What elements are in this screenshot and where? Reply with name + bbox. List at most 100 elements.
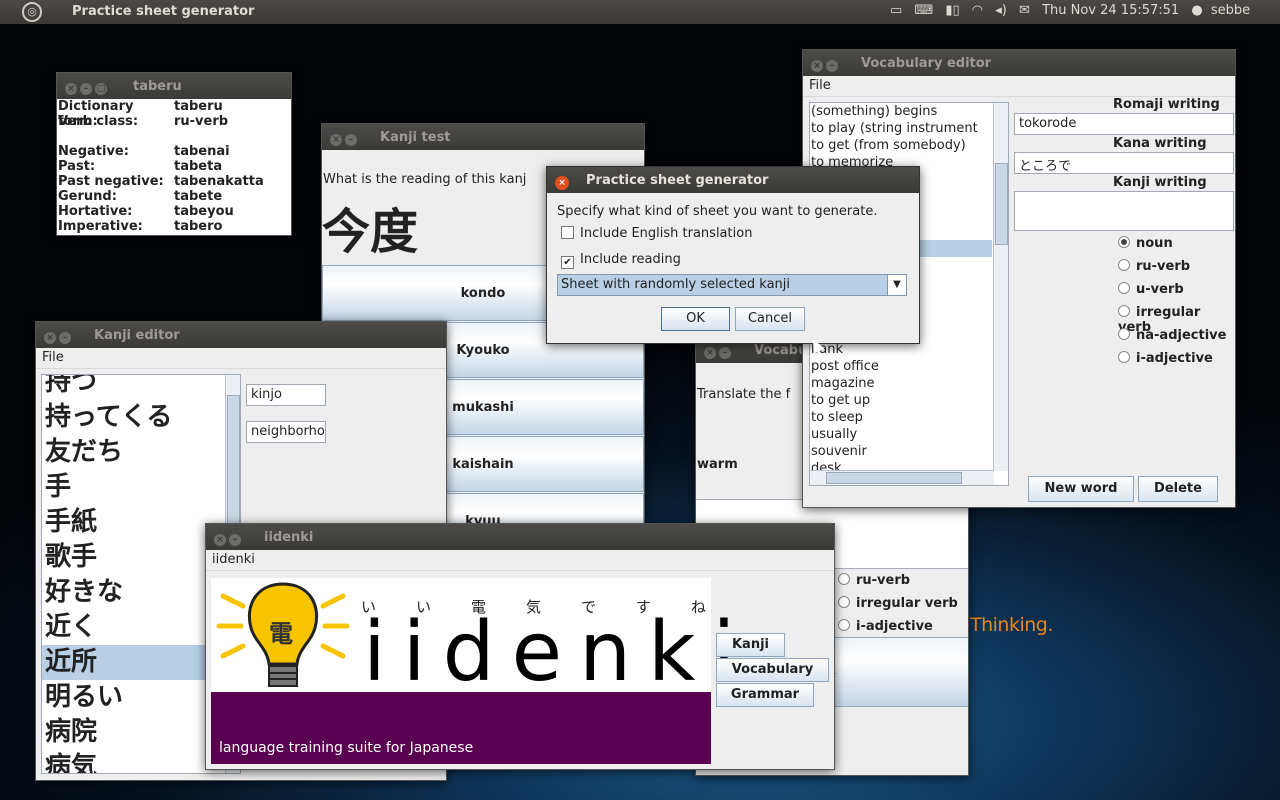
title-bar[interactable]: × – Kanji test: [322, 124, 644, 150]
list-item[interactable]: 友だち: [42, 435, 226, 470]
check-button[interactable]: k: [826, 637, 968, 707]
close-icon[interactable]: ×: [44, 332, 56, 344]
type-radio-i-adjective[interactable]: i-adjective: [1118, 351, 1213, 366]
type-radio[interactable]: irregular verb: [838, 596, 958, 611]
list-item[interactable]: 近く: [42, 610, 226, 645]
list-item[interactable]: to play (string instrument: [811, 120, 978, 137]
close-icon[interactable]: ×: [555, 176, 569, 190]
maximize-icon[interactable]: □: [95, 83, 107, 95]
kana-input[interactable]: ところで: [1014, 152, 1234, 174]
type-radio[interactable]: i-adjective: [838, 619, 933, 634]
close-icon[interactable]: ×: [811, 60, 823, 72]
wifi-icon[interactable]: ◠: [972, 3, 983, 18]
close-icon[interactable]: ×: [214, 534, 226, 546]
list-item[interactable]: to get up: [811, 392, 879, 409]
kanji-button[interactable]: Kanji: [716, 633, 785, 657]
active-app-title: Practice sheet generator: [72, 4, 255, 19]
form-value: tabero: [174, 219, 223, 234]
vertical-scrollbar[interactable]: [993, 103, 1008, 471]
volume-icon[interactable]: ◂): [995, 3, 1007, 18]
title-bar[interactable]: × – □ taberu: [57, 73, 291, 99]
list-item[interactable]: to sleep: [811, 409, 879, 426]
close-icon[interactable]: ×: [704, 347, 716, 359]
type-radio-u-verb[interactable]: u-verb: [1118, 282, 1184, 297]
list-item[interactable]: (something) begins: [811, 103, 978, 120]
list-item[interactable]: 持つ: [42, 375, 226, 400]
list-item[interactable]: 病院: [42, 715, 226, 750]
kanji-input[interactable]: [1014, 191, 1234, 231]
power-icon[interactable]: ●: [1191, 3, 1202, 18]
keyboard-icon[interactable]: ⌨: [914, 3, 933, 18]
ok-button[interactable]: OK: [661, 307, 730, 331]
type-radio-noun[interactable]: noun: [1118, 236, 1173, 251]
list-item[interactable]: 持ってくる: [42, 400, 226, 435]
title-bar[interactable]: × – iidenki: [206, 524, 834, 550]
conjugation-row: Gerund: tabete: [58, 189, 291, 204]
delete-button[interactable]: Delete: [1138, 476, 1218, 502]
menu-file[interactable]: File: [809, 78, 831, 93]
horizontal-scrollbar[interactable]: [810, 470, 994, 485]
close-icon[interactable]: ×: [65, 83, 77, 95]
clock[interactable]: Thu Nov 24 15:57:51: [1042, 3, 1179, 18]
list-item[interactable]: to get (from somebody): [811, 137, 978, 154]
form-value: tabeyou: [174, 204, 234, 219]
english-checkbox[interactable]: Include English translation: [561, 226, 752, 241]
list-item[interactable]: 病気: [42, 750, 226, 773]
form-value: tabeta: [174, 159, 223, 174]
romaji-label: Romaji writing: [1113, 97, 1220, 112]
scroll-thumb[interactable]: [227, 395, 240, 537]
list-item[interactable]: 近所: [42, 645, 226, 680]
type-radio-ru-verb[interactable]: ru-verb: [1118, 259, 1190, 274]
sheet-type-select[interactable]: Sheet with randomly selected kanji ▼: [557, 274, 907, 296]
minimize-icon[interactable]: –: [719, 347, 731, 359]
scroll-thumb[interactable]: [995, 163, 1008, 245]
list-item[interactable]: magazine: [811, 375, 879, 392]
minimize-icon[interactable]: –: [59, 332, 71, 344]
minimize-icon[interactable]: –: [345, 134, 357, 146]
minimize-icon[interactable]: –: [80, 83, 92, 95]
mail-icon[interactable]: ✉: [1019, 3, 1030, 18]
close-icon[interactable]: ×: [330, 134, 342, 146]
type-radio-na-adjective[interactable]: na-adjective: [1118, 328, 1226, 343]
menu-bar: File: [803, 76, 1235, 97]
menu-file[interactable]: File: [42, 350, 64, 365]
battery-icon[interactable]: ▮▯: [945, 3, 959, 18]
title-bar[interactable]: × – Vocabulary editor: [803, 50, 1235, 76]
banner-footer: language training suite for Japanese: [211, 692, 711, 764]
reading-input[interactable]: kinjo: [246, 384, 326, 406]
menu-iidenki[interactable]: iidenki: [212, 552, 255, 567]
list-item[interactable]: 手: [42, 470, 226, 505]
iidenki-window: × – iidenki iidenki 電 いい電気ですね iidenki lang…: [205, 523, 835, 770]
display-icon[interactable]: ▭: [890, 3, 902, 18]
title-bar[interactable]: × – Kanji editor: [36, 322, 446, 348]
form-label: [58, 129, 174, 144]
reading-checkbox[interactable]: ✔ Include reading: [561, 252, 681, 269]
list-item[interactable]: post office: [811, 358, 879, 375]
romaji-input[interactable]: tokorode: [1014, 113, 1234, 135]
minimize-icon[interactable]: –: [229, 534, 241, 546]
menu-bar: iidenki: [206, 550, 834, 571]
meaning-input[interactable]: neighborhood: [246, 421, 326, 443]
new-word-button[interactable]: New word: [1028, 476, 1134, 502]
vocabulary-button[interactable]: Vocabulary: [716, 658, 829, 682]
form-value: ru-verb: [174, 114, 229, 129]
list-item[interactable]: 好きな: [42, 575, 226, 610]
type-radio[interactable]: ru-verb: [838, 573, 910, 588]
form-label: Hortative:: [58, 204, 133, 219]
kana-label: Kana writing: [1113, 136, 1207, 151]
scroll-thumb[interactable]: [826, 472, 962, 484]
user-name[interactable]: sebbe: [1211, 3, 1250, 18]
list-item[interactable]: 手紙: [42, 505, 226, 540]
list-item[interactable]: 歌手: [42, 540, 226, 575]
cancel-button[interactable]: Cancel: [735, 307, 805, 331]
conjugation-row: Verb class: ru-verb: [58, 114, 291, 129]
form-value: taberu: [174, 99, 223, 114]
minimize-icon[interactable]: –: [826, 60, 838, 72]
chevron-down-icon[interactable]: ▼: [887, 275, 906, 295]
grammar-button[interactable]: Grammar: [716, 683, 814, 707]
list-item[interactable]: 明るい: [42, 680, 226, 715]
list-item[interactable]: souvenir: [811, 443, 879, 460]
title-bar[interactable]: × Practice sheet generator: [547, 167, 919, 193]
ubuntu-logo-icon[interactable]: ◎: [22, 2, 42, 22]
list-item[interactable]: usually: [811, 426, 879, 443]
